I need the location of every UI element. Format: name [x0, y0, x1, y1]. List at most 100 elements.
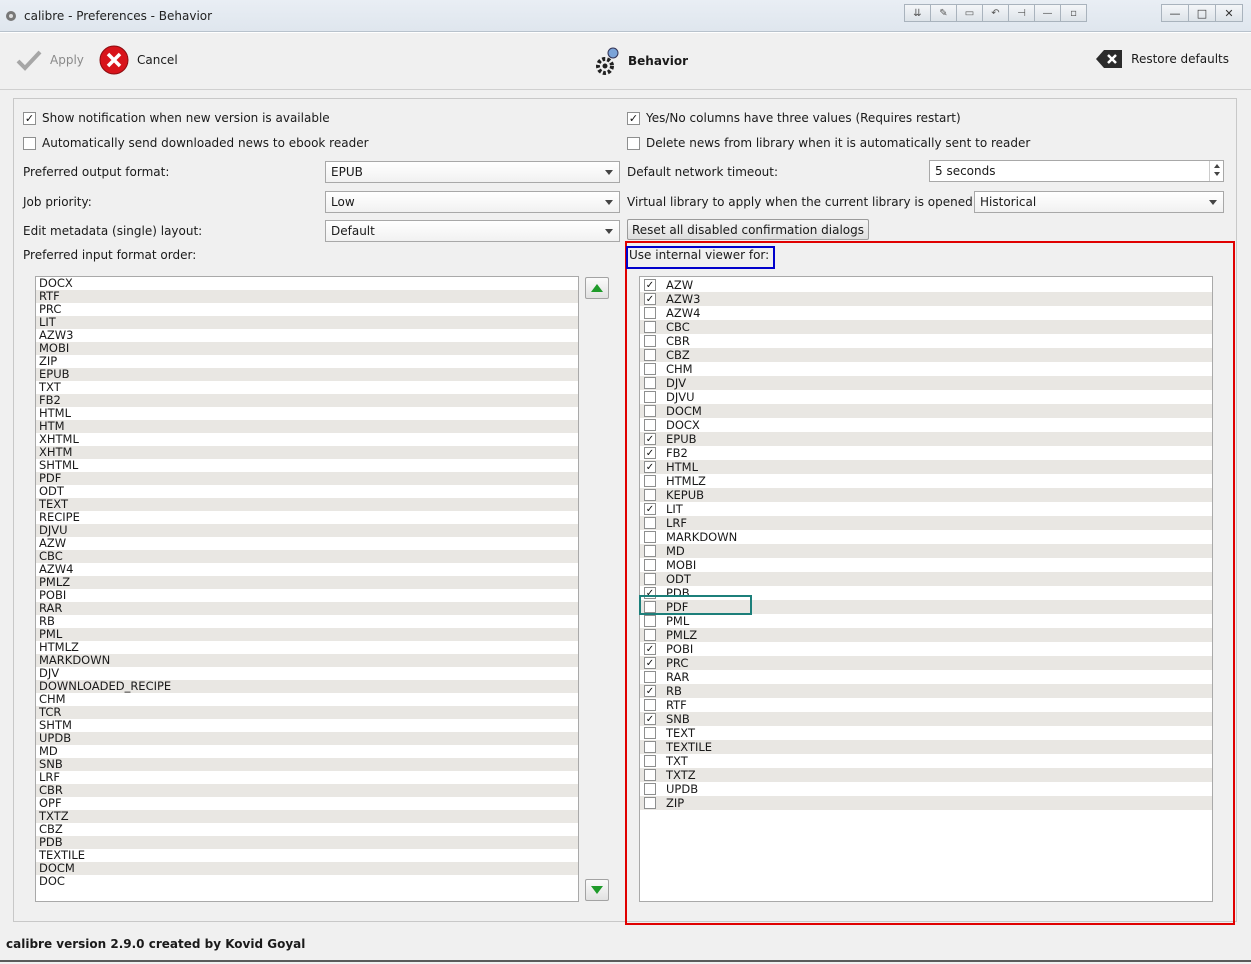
input-format-item[interactable]: MD: [36, 745, 578, 758]
reset-dialogs-button[interactable]: Reset all disabled confirmation dialogs: [627, 219, 870, 240]
virtual-library-select[interactable]: Historical: [974, 191, 1224, 213]
input-format-item[interactable]: DOC: [36, 875, 578, 888]
network-timeout-spinbox[interactable]: 5 seconds: [929, 160, 1224, 182]
input-format-item[interactable]: PDF: [36, 472, 578, 485]
input-format-item[interactable]: HTM: [36, 420, 578, 433]
input-format-item[interactable]: UPDB: [36, 732, 578, 745]
input-format-item[interactable]: MARKDOWN: [36, 654, 578, 667]
input-format-item[interactable]: CHM: [36, 693, 578, 706]
section-title: Behavior: [594, 45, 688, 77]
input-format-item[interactable]: AZW4: [36, 563, 578, 576]
input-format-item[interactable]: DOCX: [36, 277, 578, 290]
title-extra-button[interactable]: ⇊: [904, 4, 931, 22]
input-format-item[interactable]: PRC: [36, 303, 578, 316]
input-format-item[interactable]: TEXTILE: [36, 849, 578, 862]
input-format-item[interactable]: LIT: [36, 316, 578, 329]
virtual-library-label: Virtual library to apply when the curren…: [627, 195, 977, 209]
apply-label: Apply: [50, 53, 84, 67]
edit-metadata-select[interactable]: Default: [325, 220, 620, 242]
input-format-item[interactable]: RB: [36, 615, 578, 628]
show-notification-checkbox[interactable]: ✓: [23, 111, 36, 125]
chevron-down-icon: [1209, 200, 1217, 205]
job-priority-label: Job priority:: [23, 195, 92, 209]
section-title-label: Behavior: [628, 54, 689, 68]
title-extra-button[interactable]: ↶: [982, 4, 1009, 22]
input-format-item[interactable]: TEXT: [36, 498, 578, 511]
auto-send-news-label: Automatically send downloaded news to eb…: [42, 136, 369, 150]
input-format-item[interactable]: ODT: [36, 485, 578, 498]
yes-no-columns-checkbox[interactable]: ✓: [627, 111, 640, 125]
input-format-item[interactable]: DOWNLOADED_RECIPE: [36, 680, 578, 693]
input-format-item[interactable]: LRF: [36, 771, 578, 784]
delete-news-option[interactable]: Delete news from library when it is auto…: [627, 136, 1030, 150]
input-format-item[interactable]: HTMLZ: [36, 641, 578, 654]
input-format-item[interactable]: XHTM: [36, 446, 578, 459]
checkmark-icon: [16, 50, 42, 71]
output-format-label: Preferred output format:: [23, 165, 170, 179]
title-extra-button[interactable]: ▫: [1060, 4, 1087, 22]
input-format-item[interactable]: RAR: [36, 602, 578, 615]
spin-up-icon[interactable]: [1213, 164, 1220, 168]
highlight-box-teal: [639, 595, 752, 615]
input-format-item[interactable]: TCR: [36, 706, 578, 719]
edit-metadata-value: Default: [331, 224, 375, 238]
input-format-item[interactable]: AZW: [36, 537, 578, 550]
input-order-label: Preferred input format order:: [23, 248, 197, 262]
input-format-item[interactable]: RECIPE: [36, 511, 578, 524]
input-format-item[interactable]: TXTZ: [36, 810, 578, 823]
input-format-item[interactable]: OPF: [36, 797, 578, 810]
title-extra-button[interactable]: —: [1034, 4, 1061, 22]
job-priority-select[interactable]: Low: [325, 191, 620, 213]
input-format-item[interactable]: CBR: [36, 784, 578, 797]
input-format-item[interactable]: CBZ: [36, 823, 578, 836]
input-format-item[interactable]: FB2: [36, 394, 578, 407]
yes-no-columns-option[interactable]: ✓ Yes/No columns have three values (Requ…: [627, 111, 961, 125]
move-down-button[interactable]: [585, 879, 609, 901]
input-format-item[interactable]: RTF: [36, 290, 578, 303]
cancel-button[interactable]: Cancel: [99, 45, 178, 75]
spin-down-icon[interactable]: [1213, 172, 1220, 176]
input-format-item[interactable]: DOCM: [36, 862, 578, 875]
input-format-item[interactable]: SHTM: [36, 719, 578, 732]
show-notification-option[interactable]: ✓ Show notification when new version is …: [23, 111, 330, 125]
network-timeout-value: 5 seconds: [935, 164, 996, 178]
minimize-button[interactable]: —: [1161, 4, 1189, 22]
title-extra-button[interactable]: ⊣: [1008, 4, 1035, 22]
auto-send-news-checkbox[interactable]: [23, 136, 36, 150]
yes-no-columns-label: Yes/No columns have three values (Requir…: [646, 111, 961, 125]
window-controls: — □ ✕: [1161, 4, 1243, 22]
status-bar-border: [0, 960, 1251, 962]
restore-defaults-button[interactable]: Restore defaults: [1095, 49, 1229, 69]
window-titlebar: calibre - Preferences - Behavior ⇊ ✎ ▭ ↶…: [0, 0, 1251, 32]
input-format-item[interactable]: XHTML: [36, 433, 578, 446]
input-format-item[interactable]: PDB: [36, 836, 578, 849]
input-format-item[interactable]: HTML: [36, 407, 578, 420]
input-format-item[interactable]: MOBI: [36, 342, 578, 355]
spin-buttons[interactable]: [1209, 161, 1223, 181]
delete-news-checkbox[interactable]: [627, 136, 640, 150]
input-format-item[interactable]: TXT: [36, 381, 578, 394]
output-format-select[interactable]: EPUB: [325, 161, 620, 183]
input-format-item[interactable]: POBI: [36, 589, 578, 602]
input-format-item[interactable]: ZIP: [36, 355, 578, 368]
input-format-item[interactable]: EPUB: [36, 368, 578, 381]
title-extra-button[interactable]: ✎: [930, 4, 957, 22]
apply-button[interactable]: Apply: [16, 49, 84, 71]
input-format-item[interactable]: PMLZ: [36, 576, 578, 589]
input-format-item[interactable]: PML: [36, 628, 578, 641]
output-format-value: EPUB: [331, 165, 363, 179]
maximize-button[interactable]: □: [1188, 4, 1216, 22]
input-format-item[interactable]: SHTML: [36, 459, 578, 472]
auto-send-news-option[interactable]: Automatically send downloaded news to eb…: [23, 136, 369, 150]
restore-defaults-label: Restore defaults: [1131, 52, 1229, 66]
title-extra-button[interactable]: ▭: [956, 4, 983, 22]
input-format-list[interactable]: DOCX RTF PRC LIT AZW3 MOBI ZIP EPUB TXT FB2 HTML HT…: [35, 276, 579, 902]
chevron-down-icon: [605, 200, 613, 205]
close-window-button[interactable]: ✕: [1215, 4, 1243, 22]
input-format-item[interactable]: CBC: [36, 550, 578, 563]
input-format-item[interactable]: AZW3: [36, 329, 578, 342]
move-up-button[interactable]: [585, 277, 609, 299]
input-format-item[interactable]: DJVU: [36, 524, 578, 537]
input-format-item[interactable]: SNB: [36, 758, 578, 771]
chevron-down-icon: [605, 170, 613, 175]
